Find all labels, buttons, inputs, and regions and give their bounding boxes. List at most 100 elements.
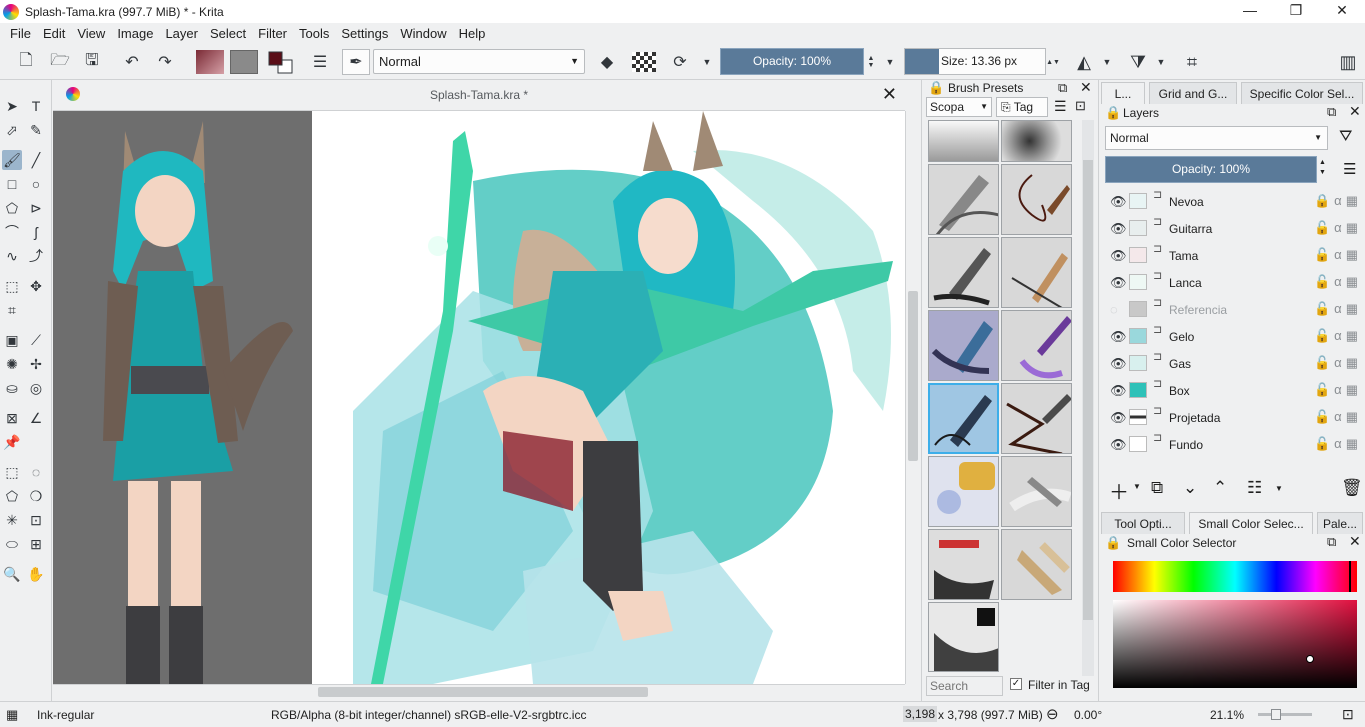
layer-row[interactable]: 👁 ⊐ Gas 🔓α▦ xyxy=(1103,350,1362,377)
layer-row[interactable]: 👁 ⊐ Guitarra 🔓α▦ xyxy=(1103,215,1362,242)
close-layers-icon[interactable]: ✕ xyxy=(1349,103,1361,120)
layer-properties-icons[interactable]: 🔓α▦ xyxy=(1314,355,1362,371)
color-swatches-icon[interactable] xyxy=(267,49,295,75)
measure-tool-icon[interactable]: ∠ xyxy=(26,408,46,428)
pattern-preset-icon[interactable] xyxy=(230,50,258,74)
rotation-dial-icon[interactable]: ⊖ xyxy=(1046,705,1059,723)
rect-select-icon[interactable]: ⬚ xyxy=(2,462,22,482)
hue-slider-handle[interactable] xyxy=(1349,561,1351,592)
brush-preset-palette-knife[interactable] xyxy=(1001,456,1072,527)
layer-row[interactable]: 👁 ⊐ Box 🔓α▦ xyxy=(1103,377,1362,404)
brush-preset-pencil-grey[interactable] xyxy=(928,164,999,235)
menu-help[interactable]: Help xyxy=(459,26,486,41)
enclose-fill-icon[interactable]: ◎ xyxy=(26,378,46,398)
layer-properties-icons[interactable]: 🔓α▦ xyxy=(1314,274,1362,290)
brush-preset-airbrush[interactable] xyxy=(1001,120,1072,162)
layer-filter-icon[interactable]: ⛛ xyxy=(1339,128,1352,146)
eye-icon[interactable]: 👁 xyxy=(1110,410,1127,426)
brush-presets-lock-icon[interactable]: 🔒 xyxy=(928,80,944,96)
layer-row[interactable]: 👁 ⊐ Nevoa 🔒α▦ xyxy=(1103,188,1362,215)
brush-preset-ink-brush[interactable] xyxy=(1001,164,1072,235)
canvas[interactable] xyxy=(53,111,905,684)
document-tab[interactable]: Splash-Tama.kra * ✕ xyxy=(53,80,905,111)
redo-icon[interactable]: ↷ xyxy=(153,51,177,73)
layer-properties-icons[interactable]: 🔒α▦ xyxy=(1314,193,1362,209)
layer-properties-icons[interactable]: 🔓α▦ xyxy=(1314,328,1362,344)
menu-tools[interactable]: Tools xyxy=(299,26,329,41)
freehand-path-icon[interactable]: ʃ xyxy=(26,222,46,242)
edit-shapes-icon[interactable]: ⬀ xyxy=(2,120,22,140)
gradient-tool-icon[interactable]: ▣ xyxy=(2,330,22,350)
minimize-button[interactable]: — xyxy=(1227,0,1273,23)
eye-icon[interactable]: 👁 xyxy=(1110,437,1127,453)
contiguous-select-icon[interactable]: ✳ xyxy=(2,510,22,530)
duplicate-layer-icon[interactable]: ⧉ xyxy=(1151,478,1163,498)
move-layer-down-icon[interactable]: ⌄ xyxy=(1183,478,1197,498)
fit-view-icon[interactable]: ⊡ xyxy=(1342,706,1354,723)
add-layer-dropdown-icon[interactable]: ▼ xyxy=(1133,482,1141,491)
tab-tool-options[interactable]: Tool Opti... xyxy=(1101,512,1185,534)
menu-window[interactable]: Window xyxy=(400,26,446,41)
tab-specific-color-selector[interactable]: Specific Color Sel... xyxy=(1241,82,1363,104)
saturation-value-field[interactable] xyxy=(1113,600,1357,688)
transform-tool-icon[interactable]: ⬚ xyxy=(2,276,22,296)
eye-hidden-icon[interactable]: ◌ xyxy=(1110,302,1118,317)
layer-properties-icons[interactable]: 🔓α▦ xyxy=(1314,301,1362,317)
zoom-slider[interactable] xyxy=(1258,709,1312,720)
layer-row[interactable]: 👁 ⊐ Projetada 🔓α▦ xyxy=(1103,404,1362,431)
brush-preset-texture[interactable] xyxy=(928,529,999,600)
menu-view[interactable]: View xyxy=(77,26,105,41)
eye-icon[interactable]: 👁 xyxy=(1110,275,1127,291)
ellipse-tool-icon[interactable]: ○ xyxy=(26,174,46,194)
brush-preset-halftone[interactable] xyxy=(928,602,999,672)
color-selector-lock-icon[interactable]: 🔒 xyxy=(1105,535,1121,551)
pan-tool-icon[interactable]: ✋ xyxy=(26,564,46,584)
float-docker-icon[interactable]: ⧉ xyxy=(1058,80,1067,96)
bezier-select-icon[interactable]: ⬭ xyxy=(2,534,22,554)
menu-file[interactable]: File xyxy=(10,26,31,41)
calligraphy-icon[interactable]: ✎ xyxy=(26,120,46,140)
scope-select[interactable]: Scopa ▼ xyxy=(926,97,992,117)
bezier-tool-icon[interactable]: ⌒ xyxy=(2,222,22,242)
menu-filter[interactable]: Filter xyxy=(258,26,287,41)
horizontal-scroll-thumb[interactable] xyxy=(318,687,648,697)
open-document-icon[interactable]: 🗁 xyxy=(48,51,72,73)
layer-row[interactable]: 👁 ⊐ Gelo 🔓α▦ xyxy=(1103,323,1362,350)
layers-lock-icon[interactable]: 🔒 xyxy=(1105,105,1121,121)
polygon-select-icon[interactable]: ⬠ xyxy=(2,486,22,506)
canvas-horizontal-scrollbar[interactable] xyxy=(53,684,905,699)
brush-preset-marker[interactable] xyxy=(928,237,999,308)
brush-search-input[interactable] xyxy=(926,676,1003,696)
reference-image-icon[interactable]: 📌 xyxy=(2,432,22,452)
colorize-mask-icon[interactable]: ✺ xyxy=(2,354,22,374)
brush-preset-ink-pen[interactable] xyxy=(1001,383,1072,454)
eye-icon[interactable]: 👁 xyxy=(1110,194,1127,210)
brush-view-icon[interactable]: ⊡ xyxy=(1075,98,1086,114)
move-tool-icon[interactable]: ✥ xyxy=(26,276,46,296)
float-color-selector-icon[interactable]: ⧉ xyxy=(1327,534,1336,550)
polyline-tool-icon[interactable]: ⊳ xyxy=(26,198,46,218)
menu-settings[interactable]: Settings xyxy=(341,26,388,41)
wrap-around-icon[interactable]: ⌗ xyxy=(1180,51,1204,73)
new-document-icon[interactable]: 🗋 xyxy=(14,51,38,73)
tab-layers-short[interactable]: L... xyxy=(1101,82,1145,104)
freehand-select-icon[interactable]: ❍ xyxy=(26,486,46,506)
vertical-scroll-thumb[interactable] xyxy=(908,291,918,461)
save-document-icon[interactable]: 🖫 xyxy=(80,51,104,73)
line-tool-icon[interactable]: ╱ xyxy=(26,150,46,170)
layer-properties-icons[interactable]: 🔓α▦ xyxy=(1314,436,1362,452)
brush-preset-eraser[interactable] xyxy=(928,120,999,162)
eraser-mode-icon[interactable]: ◆ xyxy=(595,51,619,73)
brush-preset-bristles[interactable] xyxy=(1001,310,1072,381)
mirror-h-dropdown-icon[interactable]: ▼ xyxy=(1100,51,1114,73)
size-spin-icon[interactable]: ▲▼ xyxy=(1046,51,1060,73)
brush-preset-pencil-brown[interactable] xyxy=(1001,237,1072,308)
close-color-selector-icon[interactable]: ✕ xyxy=(1349,533,1361,550)
layer-blend-mode-select[interactable]: Normal ▼ xyxy=(1105,126,1328,150)
layer-row[interactable]: 👁 ⊐ Tama 🔓α▦ xyxy=(1103,242,1362,269)
zoom-slider-handle[interactable] xyxy=(1271,709,1281,720)
size-slider[interactable]: Size: 13.36 px xyxy=(904,48,1046,75)
menu-image[interactable]: Image xyxy=(117,26,153,41)
opacity-spin-icon[interactable]: ▲ ▼ xyxy=(864,51,878,73)
layer-opacity-spin-icon[interactable]: ▲ ▼ xyxy=(1319,158,1326,178)
